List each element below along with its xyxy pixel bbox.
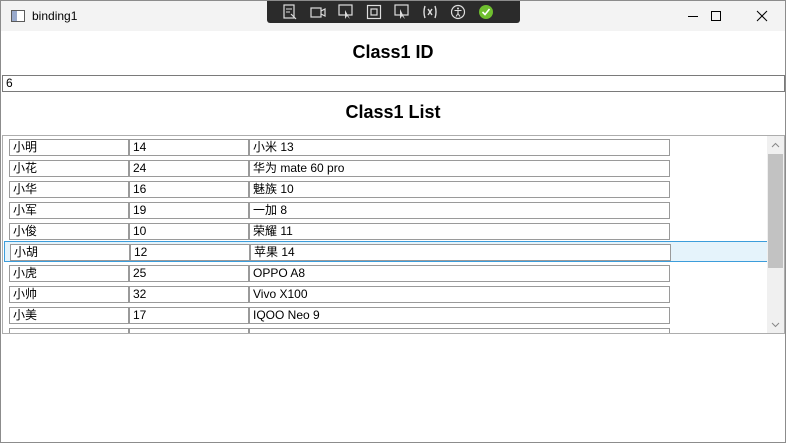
scroll-up-button[interactable] — [767, 136, 784, 153]
vertical-scrollbar[interactable] — [767, 136, 784, 333]
app-icon — [11, 10, 25, 22]
chevron-up-icon — [771, 142, 780, 147]
list-item-name[interactable]: 小俊 — [9, 223, 129, 240]
list-item-phone[interactable]: 荣耀 11 — [249, 223, 670, 240]
camera-icon — [310, 7, 326, 18]
list-item-name[interactable]: 小美 — [9, 307, 129, 324]
list-item-age[interactable]: 16 — [129, 181, 249, 198]
list-item-age[interactable]: 25 — [129, 265, 249, 282]
list-item-phone[interactable] — [249, 328, 670, 333]
list-item-age[interactable]: 19 — [129, 202, 249, 219]
class1-listbox[interactable]: 小明 14 小米 13 小花 24 华为 mate 60 pro 小华 16 魅族 10 小军 19… — [2, 135, 785, 334]
display-layout-adorners-icon — [366, 4, 382, 20]
list-item[interactable]: 小华 16 魅族 10 — [4, 178, 768, 199]
close-icon — [756, 10, 768, 22]
binding-failures-button[interactable] — [421, 3, 439, 21]
list-item[interactable]: 小明 14 小米 13 — [4, 136, 768, 157]
accessibility-button[interactable] — [449, 3, 467, 21]
track-focus-button[interactable] — [393, 3, 411, 21]
maximize-button[interactable] — [693, 1, 739, 31]
list-item[interactable]: 小军 19 一加 8 — [4, 199, 768, 220]
list-item-phone[interactable]: 一加 8 — [249, 202, 670, 219]
list-item-age[interactable] — [129, 328, 249, 333]
list-item-age[interactable]: 10 — [129, 223, 249, 240]
id-value-field[interactable]: 6 — [2, 75, 785, 92]
list-item[interactable]: 小帅 32 Vivo X100 — [4, 283, 768, 304]
list-item-phone[interactable]: IQOO Neo 9 — [249, 307, 670, 324]
list-item[interactable]: 小俊 10 荣耀 11 — [4, 220, 768, 241]
list-item-name[interactable] — [9, 328, 129, 333]
camera-button[interactable] — [309, 3, 327, 21]
app-window: binding1 Class1 ID 6 Class1 List 小明 14 小… — [0, 0, 786, 443]
list-heading: Class1 List — [345, 102, 441, 122]
list-item[interactable]: 小花 24 华为 mate 60 pro — [4, 157, 768, 178]
list-item-name[interactable]: 小胡 — [10, 244, 130, 261]
accessibility-icon — [450, 4, 466, 20]
checkmark-icon — [479, 5, 493, 19]
hot-reload-status-button[interactable] — [477, 3, 495, 21]
select-element-icon — [338, 4, 353, 19]
list-item-name[interactable]: 小华 — [9, 181, 129, 198]
close-button[interactable] — [739, 1, 785, 31]
list-item-selected[interactable]: 小胡 12 苹果 14 — [4, 241, 768, 262]
list-item-age[interactable]: 14 — [129, 139, 249, 156]
list-item-name[interactable]: 小明 — [9, 139, 129, 156]
select-element-button[interactable] — [337, 3, 355, 21]
list-item-phone[interactable]: 魅族 10 — [249, 181, 670, 198]
id-heading: Class1 ID — [352, 42, 434, 62]
list-item-age[interactable]: 17 — [129, 307, 249, 324]
list-item[interactable]: 小美 17 IQOO Neo 9 — [4, 304, 768, 325]
chevron-down-icon — [771, 322, 780, 327]
live-visual-tree-button[interactable] — [281, 3, 299, 21]
display-layout-adorners-button[interactable] — [365, 3, 383, 21]
list-item-name[interactable]: 小帅 — [9, 286, 129, 303]
list-item-name[interactable]: 小虎 — [9, 265, 129, 282]
list-item-name[interactable]: 小花 — [9, 160, 129, 177]
list-item-name[interactable]: 小军 — [9, 202, 129, 219]
scroll-down-button[interactable] — [767, 316, 784, 333]
list-item-phone[interactable]: 苹果 14 — [250, 244, 671, 261]
live-visual-tree-icon — [283, 4, 297, 20]
list-item-age[interactable]: 12 — [130, 244, 250, 261]
list-item-phone[interactable]: 小米 13 — [249, 139, 670, 156]
list-item-phone[interactable]: OPPO A8 — [249, 265, 670, 282]
xaml-debug-toolbar — [267, 1, 520, 23]
list-item[interactable]: 小虎 25 OPPO A8 — [4, 262, 768, 283]
maximize-icon — [711, 11, 721, 21]
binding-failures-icon — [423, 5, 437, 19]
list-item-age[interactable]: 32 — [129, 286, 249, 303]
window-title: binding1 — [32, 9, 78, 23]
list-item-phone[interactable]: 华为 mate 60 pro — [249, 160, 670, 177]
list-item-phone[interactable]: Vivo X100 — [249, 286, 670, 303]
list-item[interactable] — [4, 325, 768, 333]
list-item-age[interactable]: 24 — [129, 160, 249, 177]
scrollbar-thumb[interactable] — [768, 154, 783, 268]
track-focus-icon — [394, 4, 409, 19]
